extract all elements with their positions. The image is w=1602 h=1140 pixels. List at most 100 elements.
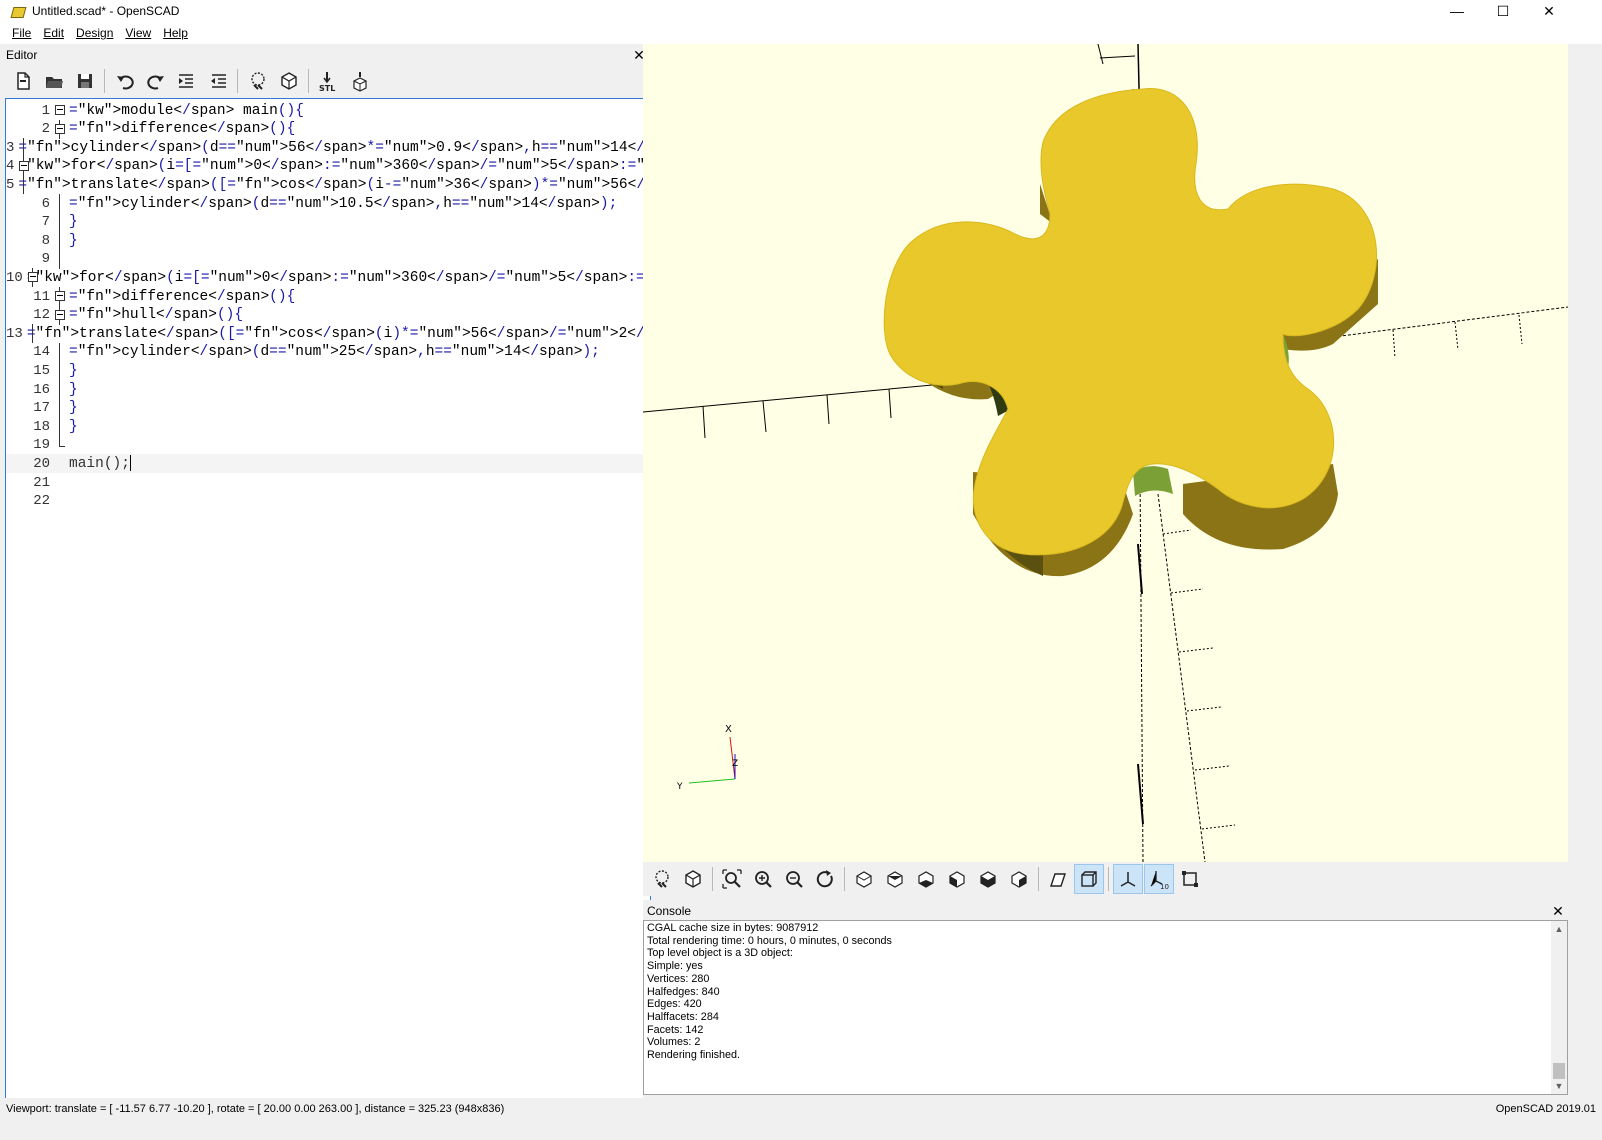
menu-edit[interactable]: Edit: [37, 26, 70, 40]
view-front-icon[interactable]: [973, 864, 1003, 894]
code-line[interactable]: 2 ="fn">difference</span>(){: [6, 119, 650, 139]
open-icon[interactable]: [39, 67, 68, 96]
menu-design[interactable]: Design: [70, 26, 119, 40]
unindent-icon[interactable]: [203, 67, 232, 96]
code-line[interactable]: 18}: [6, 417, 650, 437]
editor-title: Editor: [6, 48, 38, 62]
code-line[interactable]: 15}: [6, 361, 650, 381]
menu-view[interactable]: View: [119, 26, 157, 40]
code-line[interactable]: 20 main();: [6, 454, 650, 474]
code-text: ="fn">difference</span>(){: [69, 121, 296, 138]
code-text: }: [69, 232, 78, 249]
text-cursor: [129, 455, 131, 472]
code-text: ="fn">translate</span>([="fn">cos</span>…: [27, 325, 650, 342]
code-line[interactable]: 5="fn">translate</span>([="fn">cos</span…: [6, 175, 650, 195]
view-bottom-icon[interactable]: [911, 864, 941, 894]
fold-marker-icon[interactable]: [52, 305, 67, 325]
line-number: 10: [6, 269, 23, 286]
code-line[interactable]: 17}: [6, 398, 650, 418]
close-window-button[interactable]: ✕: [1526, 0, 1572, 22]
code-text: }: [69, 381, 78, 398]
code-line[interactable]: 13="fn">translate</span>([="fn">cos</spa…: [6, 324, 650, 344]
fold-marker-icon[interactable]: [52, 119, 67, 139]
code-line[interactable]: 9: [6, 249, 650, 269]
code-text: }: [69, 400, 78, 417]
console-line: Top level object is a 3D object:: [647, 947, 793, 960]
zoom-in-icon[interactable]: [748, 864, 778, 894]
fold-guide: [52, 249, 67, 269]
reset-view-icon[interactable]: [810, 864, 840, 894]
code-line[interactable]: 19: [6, 435, 650, 455]
orthogonal-icon[interactable]: [1074, 864, 1104, 894]
view-back-icon[interactable]: [1004, 864, 1034, 894]
status-bar: Viewport: translate = [ -11.57 6.77 -10.…: [0, 1098, 1602, 1120]
code-line[interactable]: 16}: [6, 380, 650, 399]
code-line[interactable]: 14 ="fn">cylinder</span>(d=="num">25</spa…: [6, 342, 650, 362]
fold-guide: [52, 398, 67, 418]
fold-marker-icon[interactable]: [52, 101, 67, 120]
console-output[interactable]: CGAL cache size in bytes: 9087912 Total r…: [643, 920, 1568, 1095]
code-line[interactable]: 10="kw">for</span>(i=[="num">0</span>:="…: [6, 268, 650, 288]
show-axes-icon[interactable]: [1113, 864, 1143, 894]
export-stl-icon[interactable]: STL: [314, 67, 343, 96]
render-canvas: X Y Z: [643, 44, 1568, 862]
line-number: 14: [33, 344, 50, 361]
code-editor[interactable]: 1 ="kw">module</span> main(){2 ="fn">diffe…: [5, 98, 651, 1119]
line-number: 20: [33, 455, 50, 472]
console-line: Facets: 142: [647, 1023, 704, 1036]
console-close-button[interactable]: ✕: [1551, 903, 1565, 920]
code-line[interactable]: 1 ="kw">module</span> main(){: [6, 101, 650, 120]
maximize-button[interactable]: ☐: [1480, 0, 1526, 22]
console-line: Halffacets: 284: [647, 1010, 719, 1023]
send-to-print-icon[interactable]: [345, 67, 374, 96]
render-icon[interactable]: [678, 864, 708, 894]
show-edges-icon[interactable]: [1175, 864, 1205, 894]
line-number: 17: [33, 400, 50, 417]
code-line[interactable]: 3="fn">cylinder</span>(d=="num">56</span…: [6, 138, 650, 158]
code-text: }: [69, 418, 78, 435]
view-right-icon[interactable]: [849, 864, 879, 894]
redo-icon[interactable]: [141, 67, 170, 96]
fold-marker-icon[interactable]: [52, 287, 67, 306]
code-line[interactable]: 4="kw">for</span>(i=[="num">0</span>:="n…: [6, 156, 650, 176]
menu-bar: File Edit Design View Help: [0, 22, 1602, 44]
fold-guide: [52, 212, 67, 232]
editor-panel: Editor ✕ STL 1 ="kw">module</span> main()…: [0, 44, 651, 1120]
minimize-button[interactable]: —: [1434, 0, 1480, 22]
console-scrollbar[interactable]: ▲ ▼: [1551, 921, 1567, 1094]
code-line[interactable]: 6 ="fn">cylinder</span>(d=="num">10.5</sp…: [6, 194, 650, 213]
gizmo-z-label: Z: [732, 759, 738, 769]
code-line[interactable]: 12 ="fn">hull</span>(){: [6, 305, 650, 325]
fold-guide: [52, 380, 67, 399]
render-icon[interactable]: [274, 67, 303, 96]
show-scale-markers-icon[interactable]: 10: [1144, 864, 1174, 894]
console-header: Console ✕: [647, 902, 1565, 920]
indent-icon[interactable]: [172, 67, 201, 96]
view-top-icon[interactable]: [880, 864, 910, 894]
preview-icon[interactable]: [243, 67, 272, 96]
save-icon[interactable]: [70, 67, 99, 96]
perspective-icon[interactable]: [1043, 864, 1073, 894]
scroll-up-icon[interactable]: ▲: [1551, 921, 1567, 937]
undo-icon[interactable]: [110, 67, 139, 96]
code-line[interactable]: 11 ="fn">difference</span>(){: [6, 287, 650, 306]
scroll-down-icon[interactable]: ▼: [1551, 1078, 1567, 1094]
code-line[interactable]: 21: [6, 473, 650, 492]
line-number: 16: [33, 381, 50, 398]
view-left-icon[interactable]: [942, 864, 972, 894]
3d-viewport[interactable]: X Y Z: [643, 44, 1568, 862]
scroll-thumb[interactable]: [1553, 1063, 1565, 1079]
code-line[interactable]: 22: [6, 492, 650, 511]
zoom-out-icon[interactable]: [779, 864, 809, 894]
new-icon[interactable]: [8, 67, 37, 96]
preview-icon[interactable]: [647, 864, 677, 894]
line-number: 15: [33, 362, 50, 379]
code-line[interactable]: 7}: [6, 212, 650, 232]
fold-guide: [52, 473, 67, 492]
view-all-icon[interactable]: [717, 864, 747, 894]
title-bar: Untitled.scad* - OpenSCAD — ☐ ✕: [0, 0, 1602, 22]
code-line[interactable]: 8}: [6, 231, 650, 251]
menu-help[interactable]: Help: [157, 26, 194, 40]
menu-file[interactable]: File: [6, 26, 37, 40]
view-toolbar: 10: [643, 862, 1568, 896]
